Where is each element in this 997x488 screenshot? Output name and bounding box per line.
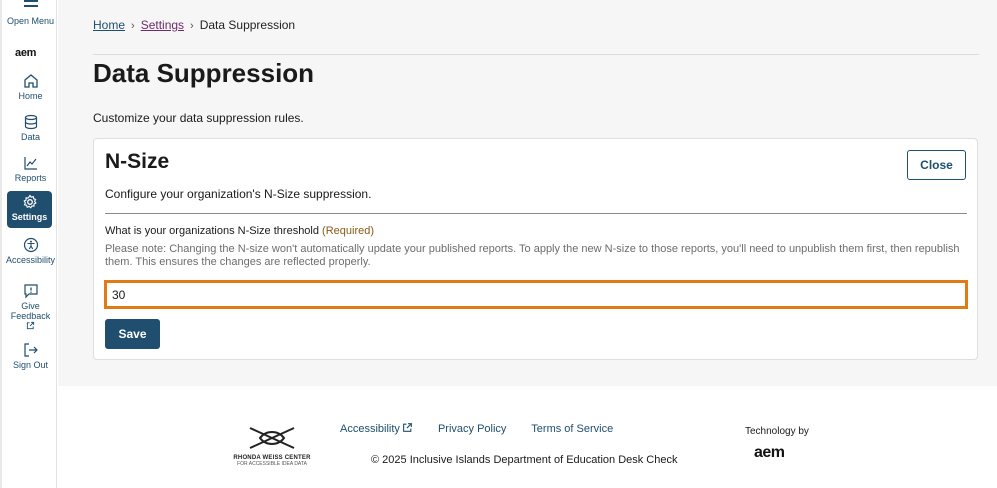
- required-indicator: (Required): [322, 225, 375, 237]
- accessibility-icon: [23, 237, 38, 253]
- n-size-card: N-Size Close Configure your organization…: [93, 138, 978, 360]
- sidebar-item-give-feedback[interactable]: Give Feedback: [2, 283, 59, 330]
- rhonda-weiss-center-logo: RHONDA WEISS CENTER FOR ACCESSIBLE IDEA …: [232, 426, 312, 467]
- footer-link-terms[interactable]: Terms of Service: [531, 423, 613, 435]
- sidebar: Open Menu aem Home Data Reports Settings: [0, 0, 57, 488]
- field-label-text: What is your organizations N-Size thresh…: [105, 225, 319, 237]
- page-title: Data Suppression: [93, 58, 315, 88]
- breadcrumb-settings-link[interactable]: Settings: [141, 18, 184, 32]
- hamburger-icon: [24, 0, 38, 2]
- breadcrumb-home-link[interactable]: Home: [93, 18, 125, 32]
- footer: RHONDA WEISS CENTER FOR ACCESSIBLE IDEA …: [70, 386, 997, 488]
- main-content: Home › Settings › Data Suppression Data Supp…: [58, 0, 997, 386]
- sidebar-item-accessibility[interactable]: Accessibility: [2, 237, 59, 265]
- hamburger-icon-bar: [24, 5, 38, 7]
- gear-icon: [22, 194, 37, 209]
- sidebar-item-reports[interactable]: Reports: [2, 155, 59, 183]
- close-button[interactable]: Close: [907, 150, 966, 180]
- open-menu-button[interactable]: Open Menu: [2, 0, 59, 40]
- external-link-icon: [403, 423, 412, 432]
- n-size-input[interactable]: [104, 280, 968, 309]
- breadcrumb: Home › Settings › Data Suppression: [93, 18, 295, 32]
- database-icon: [24, 114, 37, 130]
- sidebar-item-home[interactable]: Home: [2, 73, 59, 101]
- card-divider: [105, 213, 967, 214]
- card-description: Configure your organization's N-Size sup…: [105, 187, 372, 201]
- sidebar-item-label: Accessibility: [5, 255, 55, 265]
- divider: [93, 54, 979, 55]
- sidebar-item-label: Settings: [11, 212, 48, 222]
- sidebar-item-label: Data: [20, 132, 40, 142]
- sidebar-item-label: Home: [18, 91, 43, 101]
- n-size-field-label: What is your organizations N-Size thresh…: [105, 225, 374, 237]
- breadcrumb-current: Data Suppression: [199, 18, 296, 32]
- rhonda-weiss-logo-icon: [249, 427, 295, 449]
- footer-link-label: Accessibility: [340, 423, 400, 435]
- page-description: Customize your data suppression rules.: [93, 111, 304, 125]
- card-title: N-Size: [105, 150, 170, 173]
- breadcrumb-separator: ›: [131, 20, 135, 32]
- footer-link-privacy[interactable]: Privacy Policy: [438, 423, 506, 435]
- sidebar-item-label: Reports: [14, 173, 47, 183]
- technology-by-label: Technology by: [745, 426, 809, 437]
- chart-icon: [23, 157, 37, 170]
- sidebar-item-settings[interactable]: Settings: [7, 191, 52, 228]
- feedback-icon: [23, 284, 38, 299]
- copyright: © 2025 Inclusive Islands Department of E…: [371, 454, 678, 466]
- footer-links: Accessibility Privacy Policy Terms of Se…: [340, 422, 635, 435]
- breadcrumb-separator: ›: [190, 20, 194, 32]
- sidebar-item-sign-out[interactable]: Sign Out: [2, 342, 59, 370]
- sidebar-item-data[interactable]: Data: [2, 114, 59, 142]
- home-icon: [23, 74, 38, 88]
- partner-logo-line2: FOR ACCESSIBLE IDEA DATA: [237, 461, 307, 467]
- field-help-note: Please note: Changing the N-size won't a…: [105, 243, 960, 268]
- aem-logo: aem: [15, 47, 37, 59]
- external-link-icon: [26, 321, 35, 330]
- save-button[interactable]: Save: [105, 319, 160, 349]
- sidebar-item-label: Sign Out: [12, 360, 49, 370]
- sign-out-icon: [23, 343, 38, 357]
- aem-footer-logo: aem: [754, 444, 785, 461]
- footer-link-accessibility[interactable]: Accessibility: [340, 423, 413, 435]
- sidebar-item-label: Give Feedback: [10, 301, 51, 321]
